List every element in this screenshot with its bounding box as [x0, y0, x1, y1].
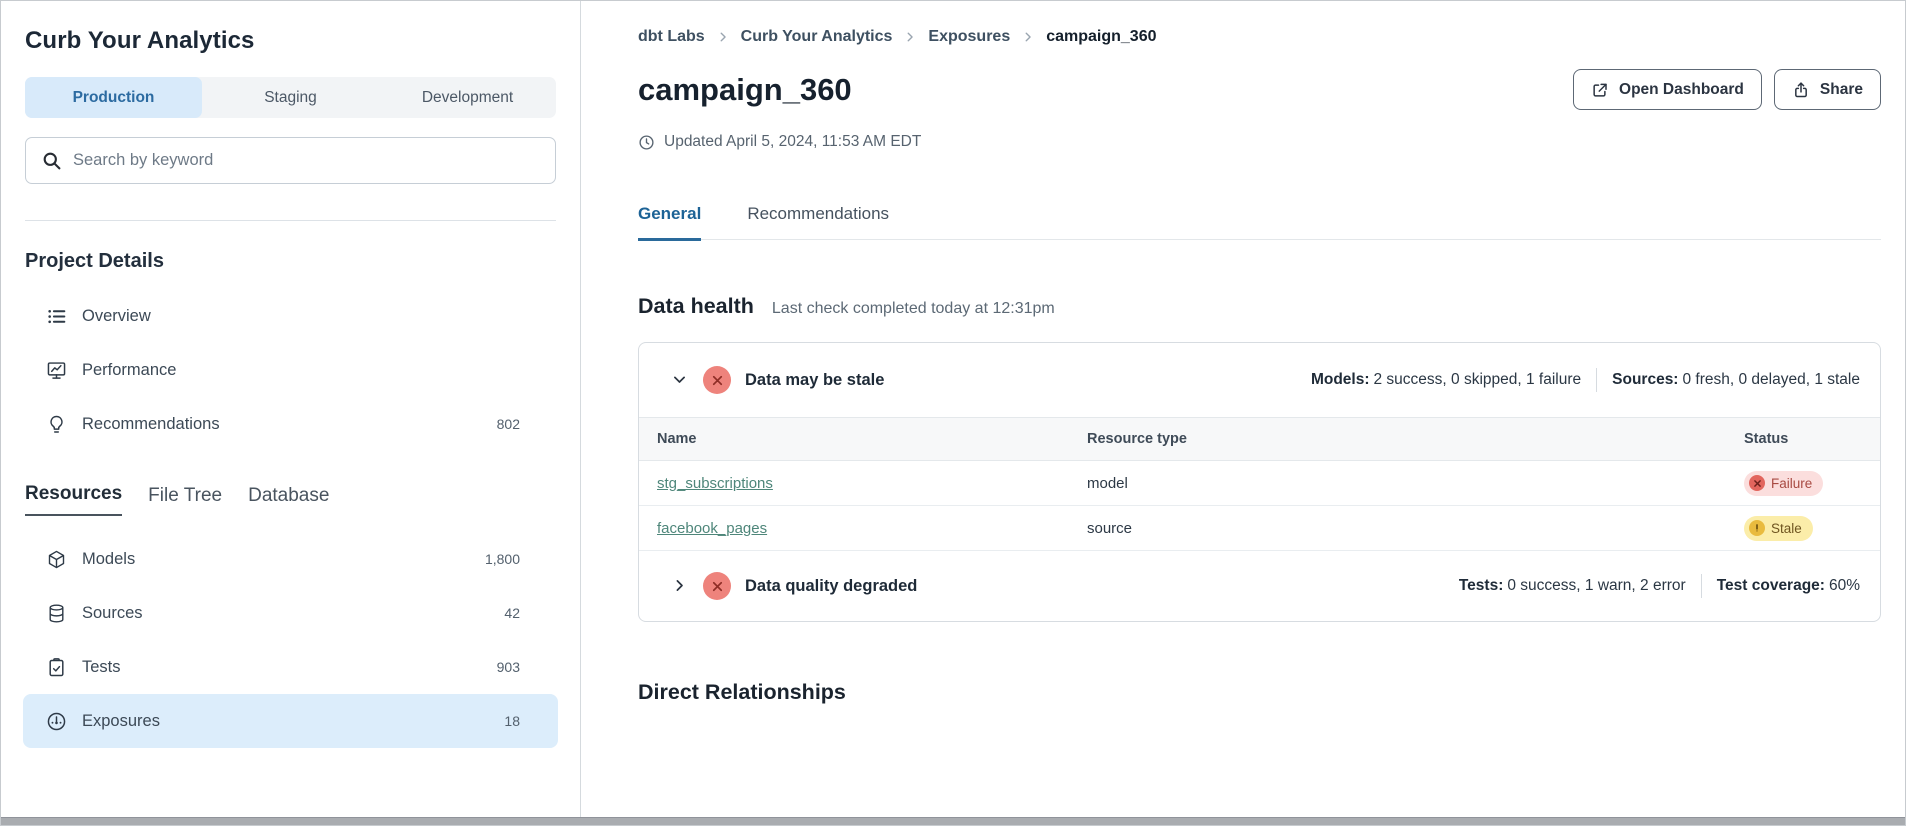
failure-x-icon [1749, 475, 1765, 491]
project-details-heading: Project Details [25, 250, 556, 273]
breadcrumb-exposures[interactable]: Exposures [928, 28, 1010, 46]
sidebar-item-tests[interactable]: Tests 903 [23, 640, 558, 694]
breadcrumb: dbt Labs Curb Your Analytics Exposures c… [638, 28, 1881, 46]
warning-exclamation-icon [1749, 520, 1765, 536]
sidebar-divider [25, 220, 556, 221]
page-title: campaign_360 [638, 72, 852, 108]
search-icon [41, 150, 62, 171]
data-health-header: Data health Last check completed today a… [638, 294, 1881, 319]
gauge-icon [46, 711, 67, 732]
project-sidebar: Curb Your Analytics Production Staging D… [1, 1, 581, 819]
share-icon [1792, 81, 1810, 99]
search-box[interactable] [25, 137, 556, 184]
quality-group-row[interactable]: Data quality degraded Tests:0 success, 1… [639, 551, 1880, 621]
breadcrumb-project[interactable]: Curb Your Analytics [741, 28, 893, 46]
sidebar-item-performance[interactable]: Performance [23, 343, 558, 397]
tab-recommendations[interactable]: Recommendations [747, 204, 889, 239]
share-button[interactable]: Share [1774, 69, 1881, 110]
env-tab-production[interactable]: Production [25, 77, 202, 118]
stale-group-title: Data may be stale [745, 371, 884, 390]
window-bottom-edge [1, 817, 1905, 825]
breadcrumb-current: campaign_360 [1046, 28, 1156, 46]
chevron-right-icon [903, 30, 917, 44]
coverage-stat: Test coverage:60% [1717, 577, 1860, 595]
error-circle-icon [703, 572, 731, 600]
page-header: campaign_360 Open Dashboard Share [638, 69, 1881, 110]
column-status: Status [1744, 431, 1880, 447]
environment-switcher: Production Staging Development [25, 77, 556, 118]
error-circle-icon [703, 366, 731, 394]
sidebar-item-sources[interactable]: Sources 42 [23, 586, 558, 640]
chevron-right-icon[interactable] [668, 575, 690, 597]
chevron-right-icon [1021, 30, 1035, 44]
tests-stat: Tests:0 success, 1 warn, 2 error [1459, 577, 1686, 595]
quality-group-stats: Tests:0 success, 1 warn, 2 error Test co… [1459, 574, 1860, 598]
stale-resources-table: Name Resource type Status stg_subscripti… [639, 417, 1880, 551]
status-badge-failure: Failure [1744, 471, 1823, 496]
stat-divider [1596, 368, 1597, 392]
list-icon [46, 306, 67, 327]
column-resource-type: Resource type [1087, 431, 1744, 447]
sources-stat: Sources:0 fresh, 0 delayed, 1 stale [1612, 371, 1860, 389]
models-stat: Models:2 success, 0 skipped, 1 failure [1311, 371, 1581, 389]
header-actions: Open Dashboard Share [1573, 69, 1881, 110]
performance-chart-icon [46, 360, 67, 381]
sidebar-item-exposures[interactable]: Exposures 18 [23, 694, 558, 748]
search-input[interactable] [73, 151, 540, 170]
resource-type: model [1087, 475, 1744, 492]
resource-view-tabs: Resources File Tree Database [25, 483, 556, 516]
stale-group-stats: Models:2 success, 0 skipped, 1 failure S… [1311, 368, 1860, 392]
data-health-card: Data may be stale Models:2 success, 0 sk… [638, 342, 1881, 622]
database-icon [46, 603, 67, 624]
detail-tabs: General Recommendations [638, 204, 1881, 240]
chevron-right-icon [716, 30, 730, 44]
stat-divider [1701, 574, 1702, 598]
cube-icon [46, 549, 67, 570]
column-name: Name [639, 431, 1087, 447]
direct-relationships-title: Direct Relationships [638, 680, 1881, 705]
lightbulb-icon [46, 414, 67, 435]
tab-database[interactable]: Database [248, 485, 329, 516]
project-details-list: Overview Performance Recommendations 802 [1, 289, 580, 451]
external-link-icon [1591, 81, 1609, 99]
data-health-title: Data health [638, 294, 754, 319]
sidebar-item-recommendations[interactable]: Recommendations 802 [23, 397, 558, 451]
status-badge-stale: Stale [1744, 516, 1813, 541]
tab-file-tree[interactable]: File Tree [148, 485, 222, 516]
open-dashboard-button[interactable]: Open Dashboard [1573, 69, 1762, 110]
project-title: Curb Your Analytics [25, 27, 556, 55]
sidebar-item-overview[interactable]: Overview [23, 289, 558, 343]
dbt-explorer-window: Curb Your Analytics Production Staging D… [0, 0, 1906, 826]
resource-link-facebook-pages[interactable]: facebook_pages [657, 520, 767, 537]
table-row: stg_subscriptions model Failure [639, 461, 1880, 506]
resources-list: Models 1,800 Sources 42 Tests 903 [1, 532, 580, 748]
clock-icon [638, 134, 655, 151]
env-tab-staging[interactable]: Staging [202, 77, 379, 118]
env-tab-development[interactable]: Development [379, 77, 556, 118]
quality-group-title: Data quality degraded [745, 577, 917, 596]
resource-link-stg-subscriptions[interactable]: stg_subscriptions [657, 475, 773, 492]
sidebar-item-models[interactable]: Models 1,800 [23, 532, 558, 586]
breadcrumb-dbt-labs[interactable]: dbt Labs [638, 28, 705, 46]
tab-resources[interactable]: Resources [25, 483, 122, 516]
table-row: facebook_pages source Stale [639, 506, 1880, 551]
clipboard-check-icon [46, 657, 67, 678]
table-header: Name Resource type Status [639, 417, 1880, 461]
stale-group-row[interactable]: Data may be stale Models:2 success, 0 sk… [639, 343, 1880, 417]
resource-type: source [1087, 520, 1744, 537]
main-panel: dbt Labs Curb Your Analytics Exposures c… [582, 1, 1906, 819]
tab-general[interactable]: General [638, 204, 701, 241]
last-check-text: Last check completed today at 12:31pm [772, 300, 1055, 318]
updated-timestamp: Updated April 5, 2024, 11:53 AM EDT [638, 133, 1881, 151]
chevron-down-icon[interactable] [668, 369, 690, 391]
